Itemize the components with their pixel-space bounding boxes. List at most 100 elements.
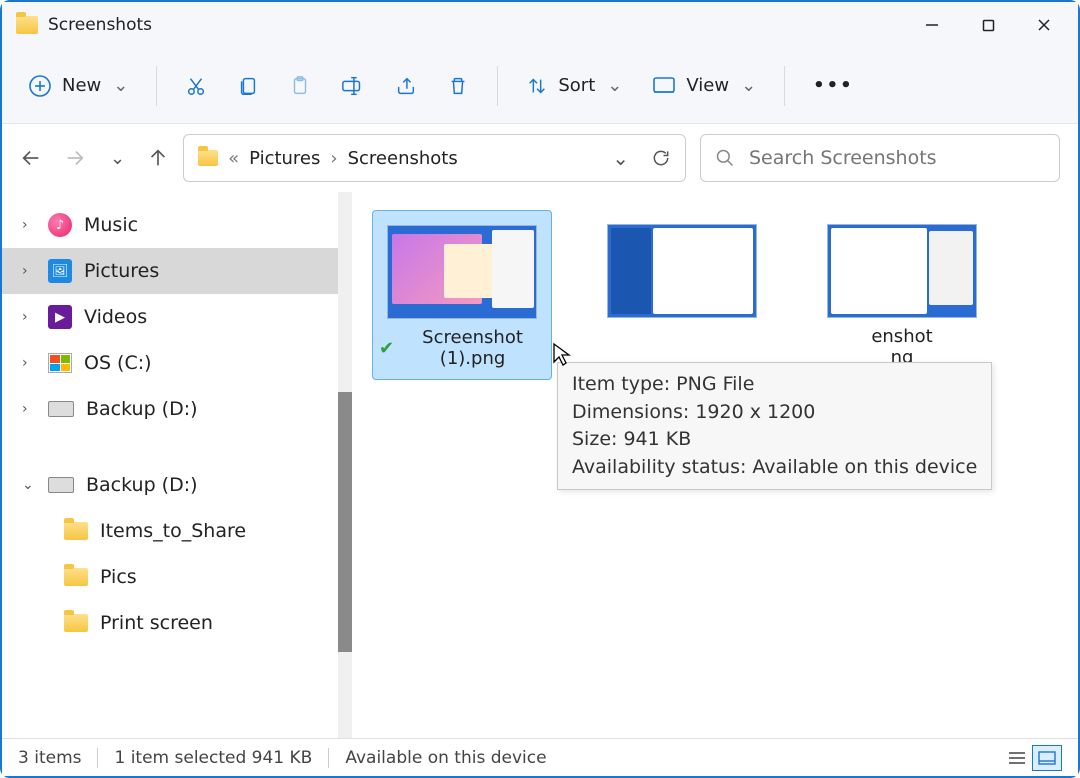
chevron-down-icon[interactable]: ⌄ bbox=[612, 146, 629, 170]
sidebar-label: Backup (D:) bbox=[86, 474, 198, 496]
close-button[interactable] bbox=[1016, 5, 1072, 45]
address-bar[interactable]: « Pictures › Screenshots ⌄ bbox=[183, 134, 686, 182]
separator bbox=[156, 66, 157, 106]
refresh-button[interactable] bbox=[651, 148, 671, 168]
chevron-down-icon: ⌄ bbox=[113, 75, 128, 96]
minimize-button[interactable] bbox=[904, 5, 960, 45]
sidebar-item-videos[interactable]: › ▶ Videos bbox=[2, 294, 352, 340]
separator bbox=[784, 66, 785, 106]
folder-icon bbox=[198, 150, 218, 166]
tooltip-line: Size: 941 KB bbox=[572, 426, 977, 454]
sidebar-item-os-drive[interactable]: › OS (C:) bbox=[2, 340, 352, 386]
folder-icon bbox=[64, 614, 88, 632]
sidebar-item-music[interactable]: › ♪ Music bbox=[2, 202, 352, 248]
sidebar-label: Pictures bbox=[84, 260, 159, 282]
folder-icon bbox=[64, 568, 88, 586]
chevron-right-icon: › bbox=[22, 355, 36, 371]
tooltip-line: Availability status: Available on this d… bbox=[572, 454, 977, 482]
paste-button[interactable] bbox=[277, 67, 323, 105]
maximize-button[interactable] bbox=[960, 5, 1016, 45]
status-selection: 1 item selected 941 KB bbox=[114, 748, 312, 768]
new-button[interactable]: New ⌄ bbox=[16, 66, 140, 106]
file-item[interactable] bbox=[592, 210, 772, 328]
pictures-icon: 🖼 bbox=[48, 259, 72, 283]
sort-label: Sort bbox=[558, 75, 595, 96]
breadcrumb-separator: « bbox=[228, 148, 239, 169]
chevron-down-icon: ⌄ bbox=[741, 75, 756, 96]
delete-button[interactable] bbox=[435, 67, 481, 105]
file-thumbnail bbox=[607, 224, 757, 318]
rename-button[interactable] bbox=[329, 67, 377, 105]
sidebar-scrollbar[interactable] bbox=[338, 192, 352, 740]
copy-button[interactable] bbox=[225, 67, 271, 105]
folder-icon bbox=[64, 522, 88, 540]
file-tooltip: Item type: PNG File Dimensions: 1920 x 1… bbox=[557, 362, 992, 490]
sidebar-label: OS (C:) bbox=[84, 352, 152, 374]
view-label: View bbox=[686, 75, 729, 96]
tooltip-line: Item type: PNG File bbox=[572, 371, 977, 399]
file-thumbnail bbox=[827, 224, 977, 318]
file-name-partial: enshot bbox=[871, 326, 932, 347]
chevron-right-icon: › bbox=[22, 217, 36, 233]
file-item[interactable]: enshot ng bbox=[812, 210, 992, 378]
mouse-cursor-icon bbox=[552, 342, 572, 368]
search-input[interactable] bbox=[749, 147, 1045, 169]
sidebar-item-pictures[interactable]: › 🖼 Pictures bbox=[2, 248, 352, 294]
window-title: Screenshots bbox=[48, 15, 152, 35]
file-name: Screenshot (1).png bbox=[400, 327, 545, 369]
separator bbox=[328, 748, 329, 768]
sidebar-item-backup-drive-expanded[interactable]: ⌄ Backup (D:) bbox=[2, 462, 352, 508]
status-item-count: 3 items bbox=[18, 748, 81, 768]
details-view-button[interactable] bbox=[1002, 745, 1032, 771]
chevron-down-icon: ⌄ bbox=[607, 75, 622, 96]
sidebar-label: Print screen bbox=[100, 612, 213, 634]
file-thumbnail bbox=[387, 225, 537, 319]
sidebar-label: Items_to_Share bbox=[100, 520, 246, 542]
sync-ok-icon: ✔ bbox=[379, 338, 394, 359]
videos-icon: ▶ bbox=[48, 305, 72, 329]
drive-icon bbox=[48, 477, 74, 493]
windows-drive-icon bbox=[48, 353, 72, 373]
window-controls bbox=[904, 5, 1072, 45]
chevron-right-icon: › bbox=[22, 401, 36, 417]
title-bar: Screenshots bbox=[2, 2, 1078, 48]
tooltip-line: Dimensions: 1920 x 1200 bbox=[572, 399, 977, 427]
sidebar-label: Videos bbox=[84, 306, 147, 328]
back-button[interactable] bbox=[20, 147, 42, 169]
music-icon: ♪ bbox=[48, 213, 72, 237]
breadcrumb-screenshots[interactable]: Screenshots bbox=[348, 148, 458, 169]
scrollbar-thumb[interactable] bbox=[338, 392, 352, 652]
folder-icon bbox=[16, 16, 38, 34]
sidebar-item-backup-drive[interactable]: › Backup (D:) bbox=[2, 386, 352, 432]
recent-dropdown[interactable]: ⌄ bbox=[110, 148, 125, 169]
more-button[interactable]: ••• bbox=[801, 67, 866, 104]
file-item-selected[interactable]: ✔ Screenshot (1).png bbox=[372, 210, 552, 380]
chevron-right-icon: › bbox=[22, 309, 36, 325]
share-button[interactable] bbox=[383, 67, 429, 105]
status-availability: Available on this device bbox=[345, 748, 546, 768]
sort-button[interactable]: Sort ⌄ bbox=[514, 67, 634, 105]
sidebar-item-print-screen[interactable]: Print screen bbox=[2, 600, 352, 646]
sidebar-label: Pics bbox=[100, 566, 137, 588]
sidebar-item-items-to-share[interactable]: Items_to_Share bbox=[2, 508, 352, 554]
sidebar-item-pics[interactable]: Pics bbox=[2, 554, 352, 600]
view-button[interactable]: View ⌄ bbox=[640, 67, 768, 104]
search-icon bbox=[715, 148, 735, 168]
sidebar-label: Backup (D:) bbox=[86, 398, 198, 420]
search-box[interactable] bbox=[700, 134, 1060, 182]
address-row: ⌄ « Pictures › Screenshots ⌄ bbox=[2, 124, 1078, 192]
breadcrumb-separator: › bbox=[330, 148, 337, 169]
toolbar: New ⌄ Sort ⌄ View ⌄ ••• bbox=[2, 48, 1078, 124]
up-button[interactable] bbox=[147, 147, 169, 169]
chevron-right-icon: › bbox=[22, 263, 36, 279]
separator bbox=[497, 66, 498, 106]
forward-button[interactable] bbox=[64, 147, 86, 169]
drive-icon bbox=[48, 401, 74, 417]
new-label: New bbox=[62, 75, 101, 96]
breadcrumb-pictures[interactable]: Pictures bbox=[249, 148, 320, 169]
navigation-sidebar: › ♪ Music › 🖼 Pictures › ▶ Videos › OS (… bbox=[2, 192, 352, 740]
chevron-down-icon: ⌄ bbox=[22, 477, 36, 493]
status-bar: 3 items 1 item selected 941 KB Available… bbox=[2, 738, 1078, 776]
cut-button[interactable] bbox=[173, 67, 219, 105]
thumbnails-view-button[interactable] bbox=[1032, 745, 1062, 771]
